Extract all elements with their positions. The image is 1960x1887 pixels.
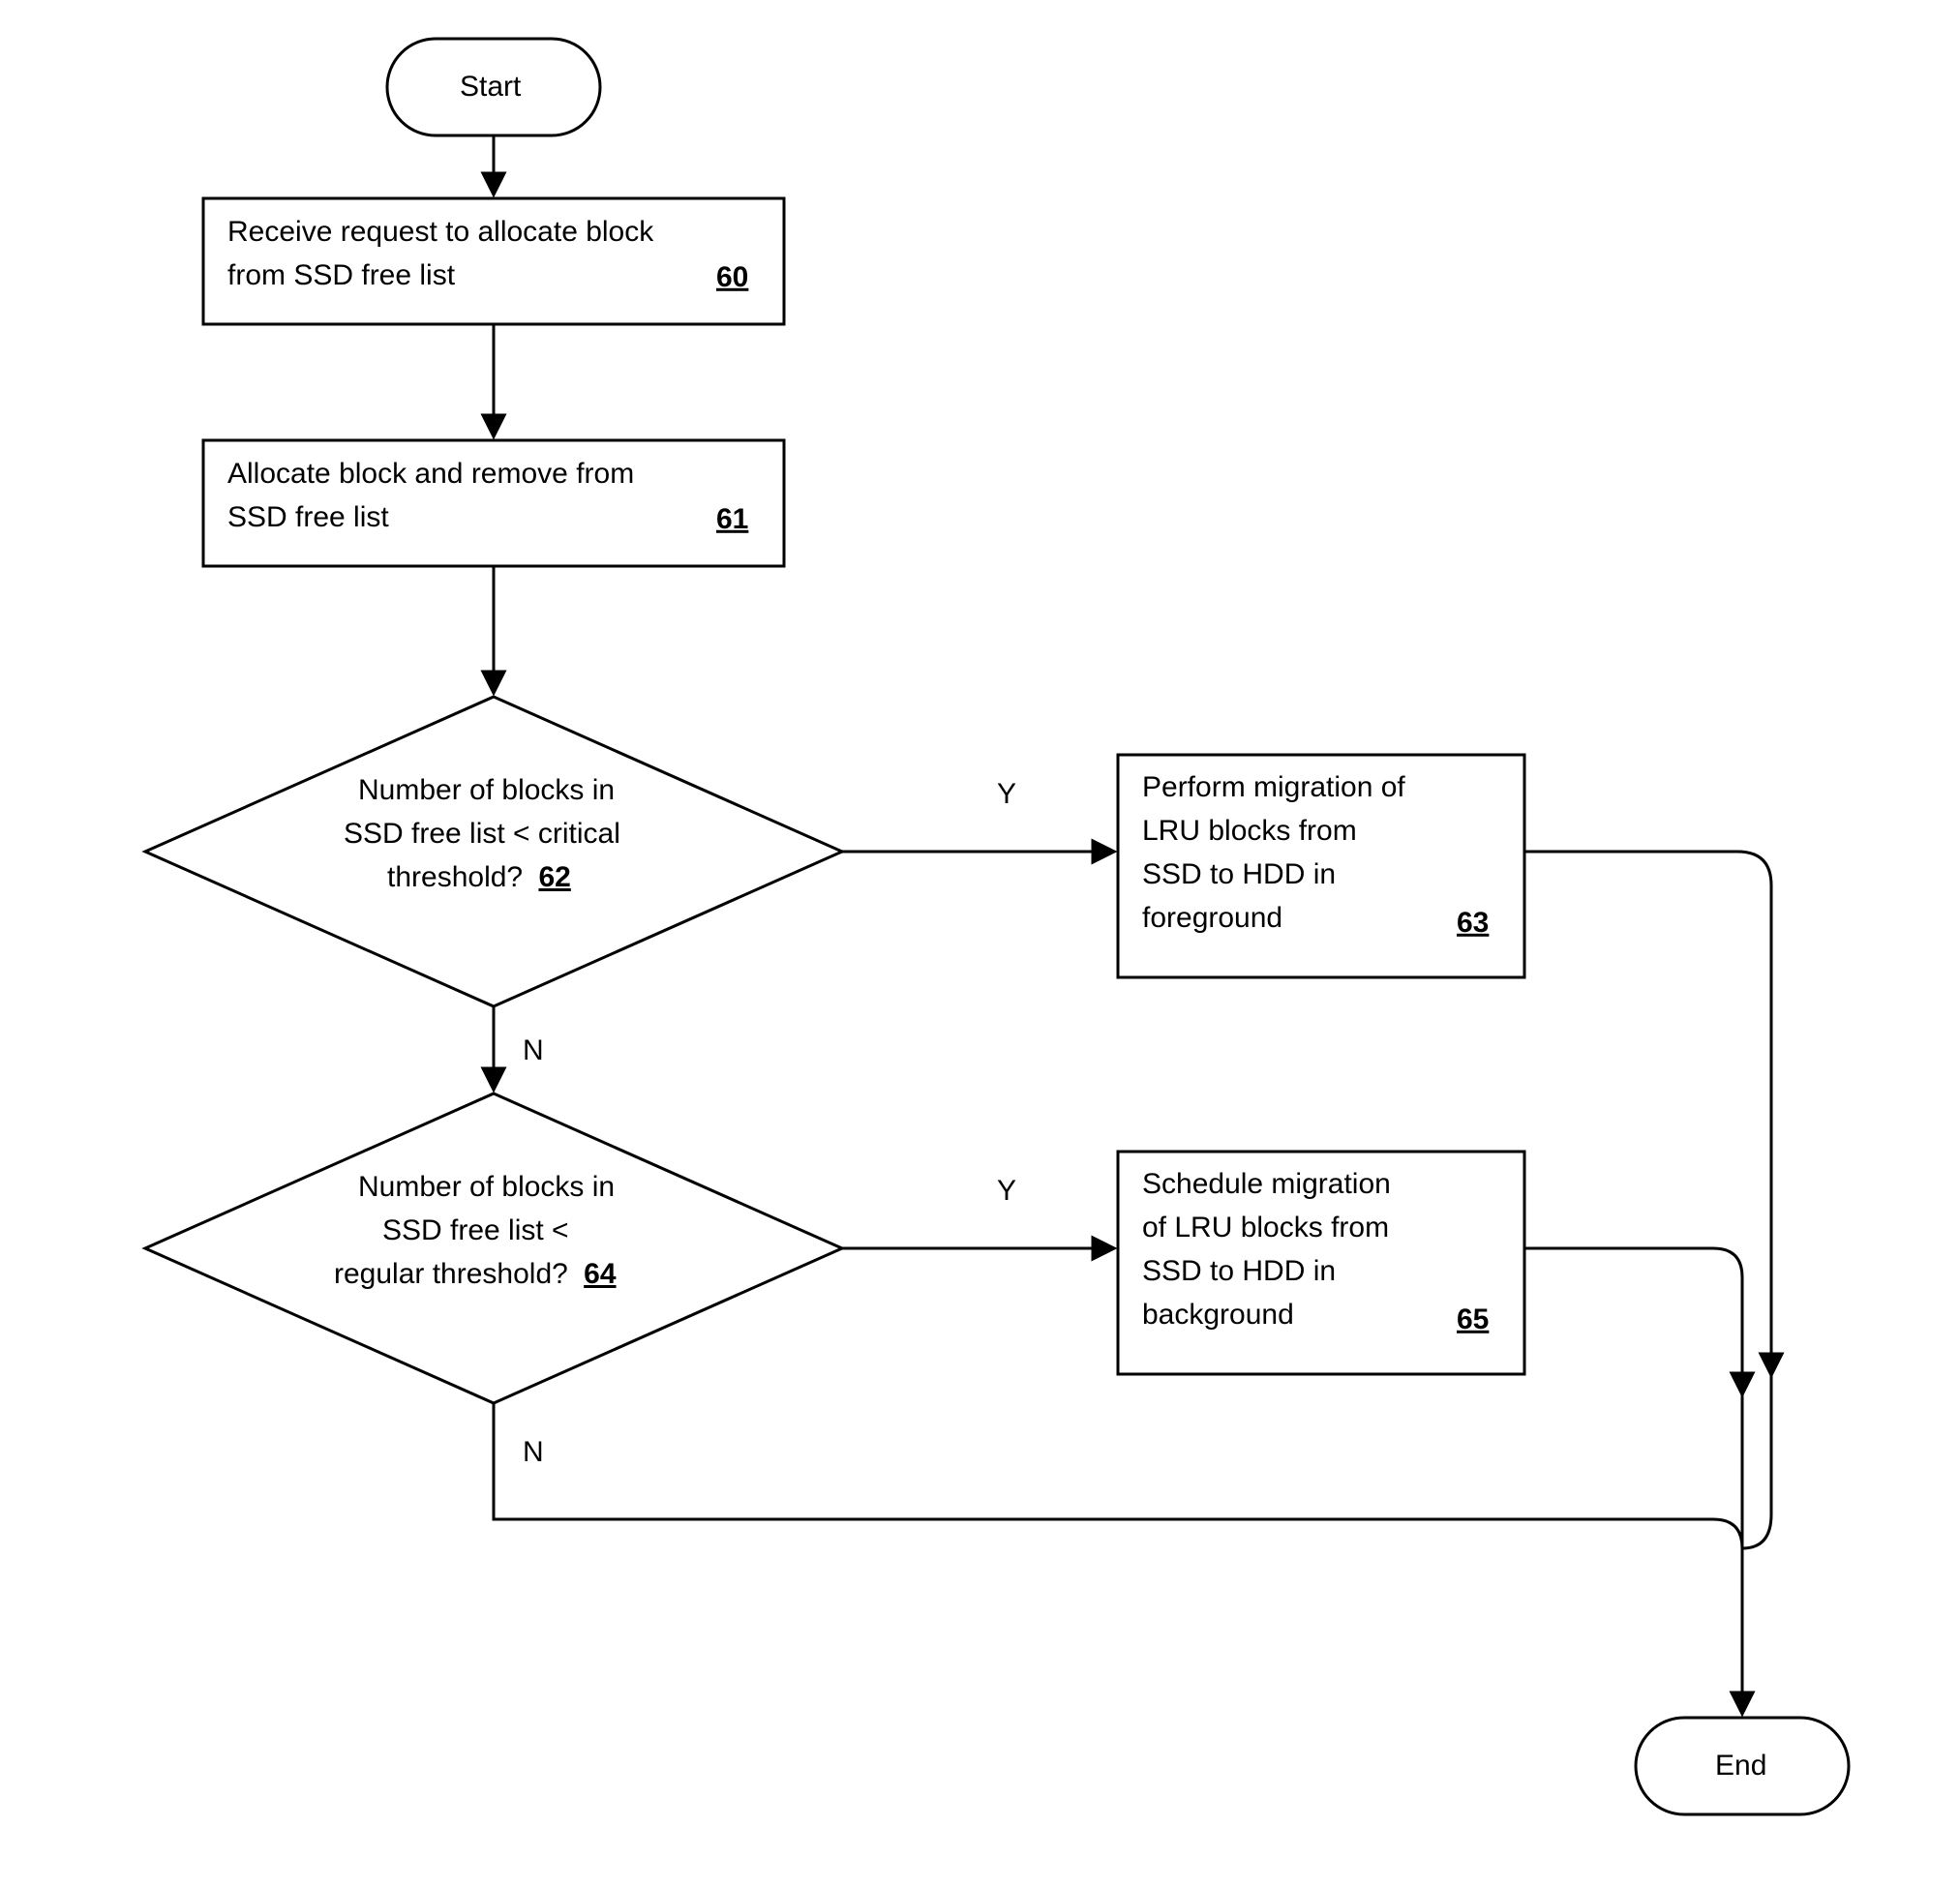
end-terminator: End (1636, 1718, 1849, 1814)
svg-text:SSD free list < critical: SSD free list < critical (344, 818, 620, 850)
label-62-yes: Y (997, 778, 1016, 810)
step-63-ref: 63 (1457, 907, 1489, 939)
svg-text:of LRU blocks from: of LRU blocks from (1142, 1212, 1389, 1243)
svg-text:Schedule migration: Schedule migration (1142, 1168, 1391, 1200)
step-60-ref: 60 (716, 261, 748, 293)
step-61: Allocate block and remove from SSD free … (203, 440, 784, 566)
decision-62-ref: 62 (538, 861, 570, 893)
step-63: Perform migration of LRU blocks from SSD… (1118, 755, 1524, 977)
edge-merge-63 (1742, 1374, 1771, 1548)
edge-63-to-merge (1524, 852, 1771, 1374)
label-62-no: N (523, 1034, 544, 1066)
svg-text:regular threshold? 64: regular threshold? 64 (334, 1258, 617, 1290)
svg-text:from SSD free list: from SSD free list (227, 259, 456, 291)
svg-text:LRU blocks from: LRU blocks from (1142, 815, 1357, 847)
label-64-yes: Y (997, 1175, 1016, 1207)
svg-text:SSD free list <: SSD free list < (382, 1214, 569, 1246)
svg-text:Number of blocks in: Number of blocks in (358, 1171, 615, 1203)
svg-text:foreground: foreground (1142, 902, 1282, 934)
svg-text:threshold? 62: threshold? 62 (387, 861, 571, 893)
step-61-ref: 61 (716, 503, 748, 535)
step-65-ref: 65 (1457, 1303, 1489, 1335)
svg-text:SSD to HDD in: SSD to HDD in (1142, 1255, 1336, 1287)
end-label: End (1715, 1750, 1766, 1782)
step-65: Schedule migration of LRU blocks from SS… (1118, 1152, 1524, 1374)
decision-64-ref: 64 (584, 1258, 617, 1290)
decision-64: Number of blocks in SSD free list < regu… (145, 1093, 842, 1403)
svg-text:Receive request to allocate bl: Receive request to allocate block (227, 216, 654, 248)
svg-text:Number of blocks in: Number of blocks in (358, 774, 615, 806)
flowchart-canvas: Start Receive request to allocate block … (0, 0, 1960, 1887)
edge-65-to-merge (1524, 1248, 1742, 1393)
decision-62: Number of blocks in SSD free list < crit… (145, 697, 842, 1006)
svg-text:Perform migration of: Perform migration of (1142, 771, 1405, 803)
svg-text:SSD to HDD in: SSD to HDD in (1142, 858, 1336, 890)
svg-text:background: background (1142, 1299, 1294, 1331)
step-60: Receive request to allocate block from S… (203, 198, 784, 324)
svg-text:SSD free list: SSD free list (227, 501, 389, 533)
label-64-no: N (523, 1436, 544, 1468)
edge-64-no-to-merge (494, 1403, 1742, 1548)
start-terminator: Start (387, 39, 600, 135)
svg-text:Allocate block and remove from: Allocate block and remove from (227, 458, 634, 490)
start-label: Start (460, 71, 522, 103)
